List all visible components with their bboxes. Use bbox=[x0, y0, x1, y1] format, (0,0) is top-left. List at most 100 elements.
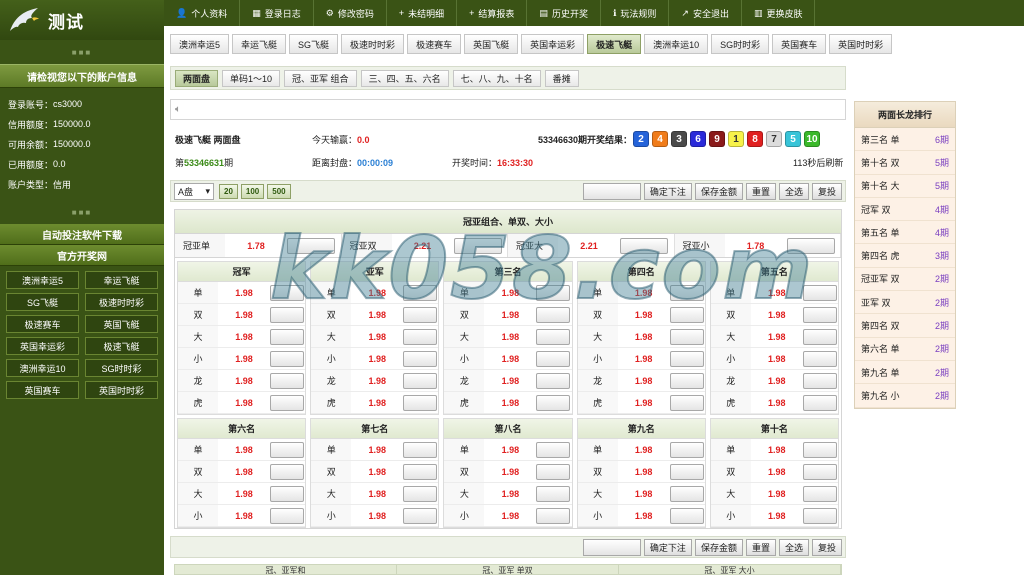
bet-amount-input[interactable] bbox=[536, 485, 571, 502]
save-amount-button[interactable]: 保存金额 bbox=[694, 182, 743, 200]
bet-amount-input[interactable] bbox=[270, 306, 304, 323]
game-tab[interactable]: 极速时时彩 bbox=[341, 34, 405, 54]
topnav-item[interactable]: ⚙ 修改密码 bbox=[314, 0, 387, 26]
bet-amount-input[interactable] bbox=[669, 306, 704, 323]
bet-amount-input[interactable] bbox=[536, 328, 571, 345]
game-tab[interactable]: 英国赛车 bbox=[772, 34, 827, 54]
bet-amount-input[interactable] bbox=[669, 394, 704, 411]
bet-amount-input[interactable] bbox=[669, 284, 704, 301]
official-results-button[interactable]: 官方开奖网 bbox=[0, 245, 164, 266]
game-tab[interactable]: 英国幸运彩 bbox=[521, 34, 585, 54]
official-link[interactable]: 幸运飞艇 bbox=[85, 271, 158, 289]
bet-amount-input[interactable] bbox=[453, 237, 502, 254]
game-tab[interactable]: 极速赛车 bbox=[407, 34, 462, 54]
bet-amount-input[interactable] bbox=[669, 507, 704, 524]
topnav-item[interactable]: + 未结明细 bbox=[387, 0, 458, 26]
bet-amount-input[interactable] bbox=[403, 306, 438, 323]
bottom-tab[interactable]: 冠、亚军和 bbox=[175, 565, 397, 575]
bet-amount-input[interactable] bbox=[669, 463, 704, 480]
reset-button[interactable]: 重置 bbox=[745, 538, 776, 556]
bet-amount-input[interactable] bbox=[270, 284, 304, 301]
official-link[interactable]: 极速飞艇 bbox=[85, 337, 158, 355]
bet-amount-input[interactable] bbox=[669, 328, 704, 345]
official-link[interactable]: 英国赛车 bbox=[6, 381, 79, 399]
bet-amount-input[interactable] bbox=[536, 463, 571, 480]
game-tab[interactable]: SG时时彩 bbox=[711, 34, 770, 54]
topnav-item[interactable]: ℹ 玩法规则 bbox=[601, 0, 670, 26]
official-link[interactable]: SG飞艇 bbox=[6, 293, 79, 311]
game-tab[interactable]: 英国时时彩 bbox=[829, 34, 893, 54]
bet-amount-input[interactable] bbox=[270, 372, 304, 389]
quick-amount-20[interactable]: 20 bbox=[219, 183, 238, 199]
official-link[interactable]: 极速赛车 bbox=[6, 315, 79, 333]
official-link[interactable]: 澳洲幸运5 bbox=[6, 271, 79, 289]
topnav-item[interactable]: ↗ 安全退出 bbox=[669, 0, 742, 26]
bet-amount-input[interactable] bbox=[536, 372, 571, 389]
bottom-tab[interactable]: 冠、亚军 单双 bbox=[397, 565, 619, 575]
bet-amount-input[interactable] bbox=[403, 284, 438, 301]
bet-amount-input[interactable] bbox=[802, 507, 837, 524]
bet-amount-input[interactable] bbox=[802, 485, 837, 502]
bet-amount-input[interactable] bbox=[270, 507, 304, 524]
bet-amount-input[interactable] bbox=[403, 394, 438, 411]
bet-amount-input[interactable] bbox=[802, 306, 837, 323]
topnav-item[interactable]: ▦ 登录日志 bbox=[240, 0, 314, 26]
bet-amount-input[interactable] bbox=[270, 441, 304, 458]
game-tab[interactable]: 极速飞艇 bbox=[587, 34, 642, 54]
bet-amount-input[interactable] bbox=[403, 441, 438, 458]
play-tab[interactable]: 冠、亚军 组合 bbox=[284, 69, 357, 87]
bet-amount-input[interactable] bbox=[802, 350, 837, 367]
topnav-item[interactable]: ▤ 历史开奖 bbox=[527, 0, 601, 26]
official-link[interactable]: 英国幸运彩 bbox=[6, 337, 79, 355]
bet-amount-input[interactable] bbox=[536, 284, 571, 301]
play-tab[interactable]: 单码1～10 bbox=[222, 69, 281, 87]
game-tab[interactable]: 澳洲幸运10 bbox=[644, 34, 709, 54]
bet-amount-input[interactable] bbox=[802, 441, 837, 458]
bet-amount-input[interactable] bbox=[669, 350, 704, 367]
topnav-item[interactable]: ▥ 更换皮肤 bbox=[742, 0, 816, 26]
bet-amount-input[interactable] bbox=[536, 350, 571, 367]
select-all-button[interactable]: 全选 bbox=[778, 538, 809, 556]
bet-amount-input[interactable] bbox=[669, 441, 704, 458]
game-tab[interactable]: 澳洲幸运5 bbox=[170, 34, 230, 54]
official-link[interactable]: 澳洲幸运10 bbox=[6, 359, 79, 377]
game-tab[interactable]: 英国飞艇 bbox=[464, 34, 519, 54]
official-link[interactable]: 英国飞艇 bbox=[85, 315, 158, 333]
bet-amount-input[interactable] bbox=[270, 350, 304, 367]
play-tab[interactable]: 番摊 bbox=[544, 69, 579, 87]
bet-amount-input[interactable] bbox=[270, 394, 304, 411]
brand-logo[interactable]: 测试 bbox=[0, 0, 164, 40]
bet-amount-input[interactable] bbox=[802, 328, 837, 345]
rebet-button[interactable]: 复投 bbox=[811, 538, 842, 556]
bet-amount-input[interactable] bbox=[403, 485, 438, 502]
official-link[interactable]: 英国时时彩 bbox=[85, 381, 158, 399]
download-software-button[interactable]: 自动投注软件下载 bbox=[0, 224, 164, 245]
rebet-button[interactable]: 复投 bbox=[811, 182, 842, 200]
game-tab[interactable]: SG飞艇 bbox=[289, 34, 339, 54]
quick-amount-500[interactable]: 500 bbox=[267, 183, 291, 199]
amount-input[interactable] bbox=[582, 182, 641, 200]
play-tab[interactable]: 两面盘 bbox=[175, 69, 219, 87]
bet-amount-input[interactable] bbox=[786, 237, 835, 254]
bottom-tab[interactable]: 冠、亚军 大小 bbox=[619, 565, 841, 575]
confirm-bet-button[interactable]: 确定下注 bbox=[643, 538, 692, 556]
bet-amount-input[interactable] bbox=[802, 372, 837, 389]
bet-amount-input[interactable] bbox=[287, 237, 335, 254]
bet-amount-input[interactable] bbox=[403, 328, 438, 345]
game-tab[interactable]: 幸运飞艇 bbox=[232, 34, 287, 54]
bet-amount-input[interactable] bbox=[802, 284, 837, 301]
bet-amount-input[interactable] bbox=[802, 394, 837, 411]
quick-amount-100[interactable]: 100 bbox=[240, 183, 265, 199]
bet-amount-input[interactable] bbox=[536, 306, 571, 323]
topnav-item[interactable]: + 结算报表 bbox=[457, 0, 528, 26]
bet-amount-input[interactable] bbox=[536, 507, 571, 524]
bet-amount-input[interactable] bbox=[270, 328, 304, 345]
select-all-button[interactable]: 全选 bbox=[778, 182, 809, 200]
reset-button[interactable]: 重置 bbox=[745, 182, 776, 200]
bet-amount-input[interactable] bbox=[620, 237, 668, 254]
bet-amount-input[interactable] bbox=[403, 463, 438, 480]
bet-amount-input[interactable] bbox=[403, 372, 438, 389]
save-amount-button[interactable]: 保存金额 bbox=[694, 538, 743, 556]
bet-amount-input[interactable] bbox=[669, 485, 704, 502]
bet-amount-input[interactable] bbox=[270, 485, 304, 502]
